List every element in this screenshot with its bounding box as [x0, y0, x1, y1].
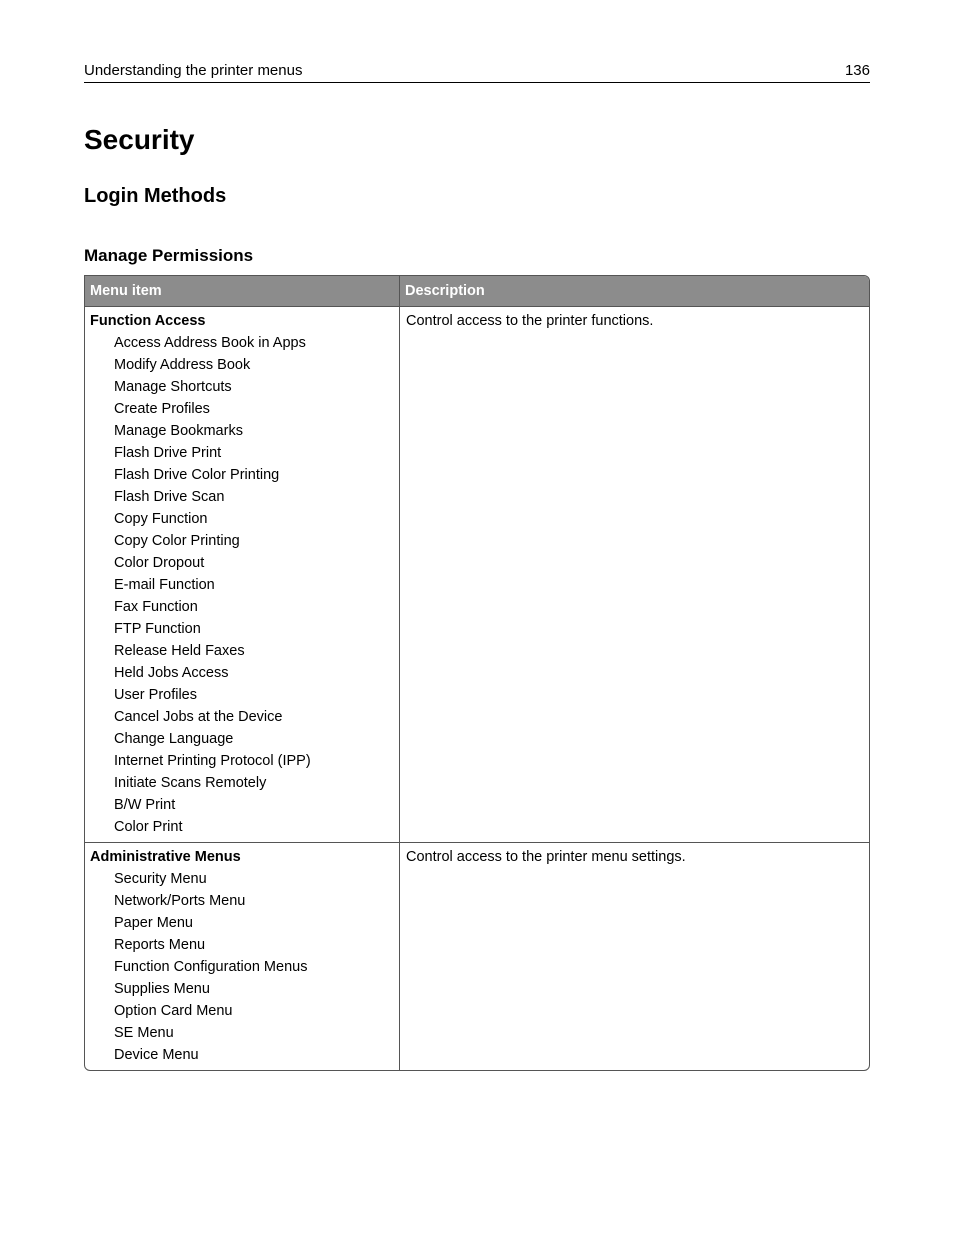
menu-sub-item: Reports Menu: [114, 937, 206, 953]
menu-sub-item: Fax Function: [114, 599, 198, 615]
menu-sub-item: Initiate Scans Remotely: [114, 775, 267, 791]
menu-sub-item: Security Menu: [114, 871, 207, 887]
menu-group-title: Function Access: [90, 313, 206, 329]
menu-sub-item: Modify Address Book: [114, 357, 251, 373]
menu-sub-item: Option Card Menu: [114, 1003, 233, 1019]
permissions-table: Menu item Description Function Access Acc…: [84, 275, 870, 1071]
menu-sub-item: SE Menu: [114, 1025, 174, 1041]
menu-sub-item: Create Profiles: [114, 401, 210, 417]
menu-sub-item: Supplies Menu: [114, 981, 210, 997]
menu-group-title: Administrative Menus: [90, 849, 241, 865]
menu-sub-item: Color Dropout: [114, 555, 205, 571]
table-row: Administrative Menus Security Menu Network…: [85, 842, 869, 1070]
menu-sub-item: Internet Printing Protocol (IPP): [114, 753, 311, 769]
menu-item-cell: Function Access Access Address Book in Ap…: [85, 307, 400, 842]
menu-sub-item: Release Held Faxes: [114, 643, 245, 659]
menu-sub-item: Color Print: [114, 819, 183, 835]
menu-sub-item: E-mail Function: [114, 577, 215, 593]
menu-sub-item: Change Language: [114, 731, 234, 747]
running-header-title: Understanding the printer menus: [84, 62, 303, 79]
menu-sub-item: Access Address Book in Apps: [114, 335, 306, 351]
menu-sub-item: Manage Shortcuts: [114, 379, 232, 395]
menu-sub-item: Function Configuration Menus: [114, 959, 308, 975]
subsubsection-heading: Manage Permissions: [84, 246, 254, 265]
description-cell: Control access to the printer functions.: [400, 307, 869, 842]
description-text: Control access to the printer functions.: [406, 313, 654, 329]
menu-sub-item: Flash Drive Scan: [114, 489, 225, 505]
menu-sub-item: Held Jobs Access: [114, 665, 229, 681]
description-text: Control access to the printer menu setti…: [406, 849, 686, 865]
table-header: Menu item Description: [85, 276, 869, 307]
column-header-menu-item: Menu item: [85, 276, 400, 306]
menu-sub-item: User Profiles: [114, 687, 197, 703]
subsection-heading: Login Methods: [84, 185, 227, 207]
description-cell: Control access to the printer menu setti…: [400, 843, 869, 1070]
page-number: 136: [844, 62, 870, 79]
section-heading: Security: [84, 124, 195, 155]
menu-sub-item: B/W Print: [114, 797, 176, 813]
menu-sub-item: FTP Function: [114, 621, 201, 637]
menu-sub-item: Flash Drive Color Printing: [114, 467, 280, 483]
table-row: Function Access Access Address Book in Ap…: [85, 307, 869, 842]
menu-sub-item: Flash Drive Print: [114, 445, 222, 461]
menu-sub-item: Manage Bookmarks: [114, 423, 243, 439]
column-header-description: Description: [405, 283, 485, 299]
table-body: Function Access Access Address Book in Ap…: [85, 307, 869, 1070]
menu-sub-item: Cancel Jobs at the Device: [114, 709, 283, 725]
menu-sub-item: Copy Color Printing: [114, 533, 240, 549]
running-header: Understanding the printer menus 136: [84, 60, 870, 83]
menu-sub-item: Device Menu: [114, 1047, 199, 1063]
menu-sub-item: Network/Ports Menu: [114, 893, 246, 909]
menu-item-cell: Administrative Menus Security Menu Network…: [85, 843, 400, 1070]
menu-sub-item: Copy Function: [114, 511, 208, 527]
menu-sub-item: Paper Menu: [114, 915, 193, 931]
